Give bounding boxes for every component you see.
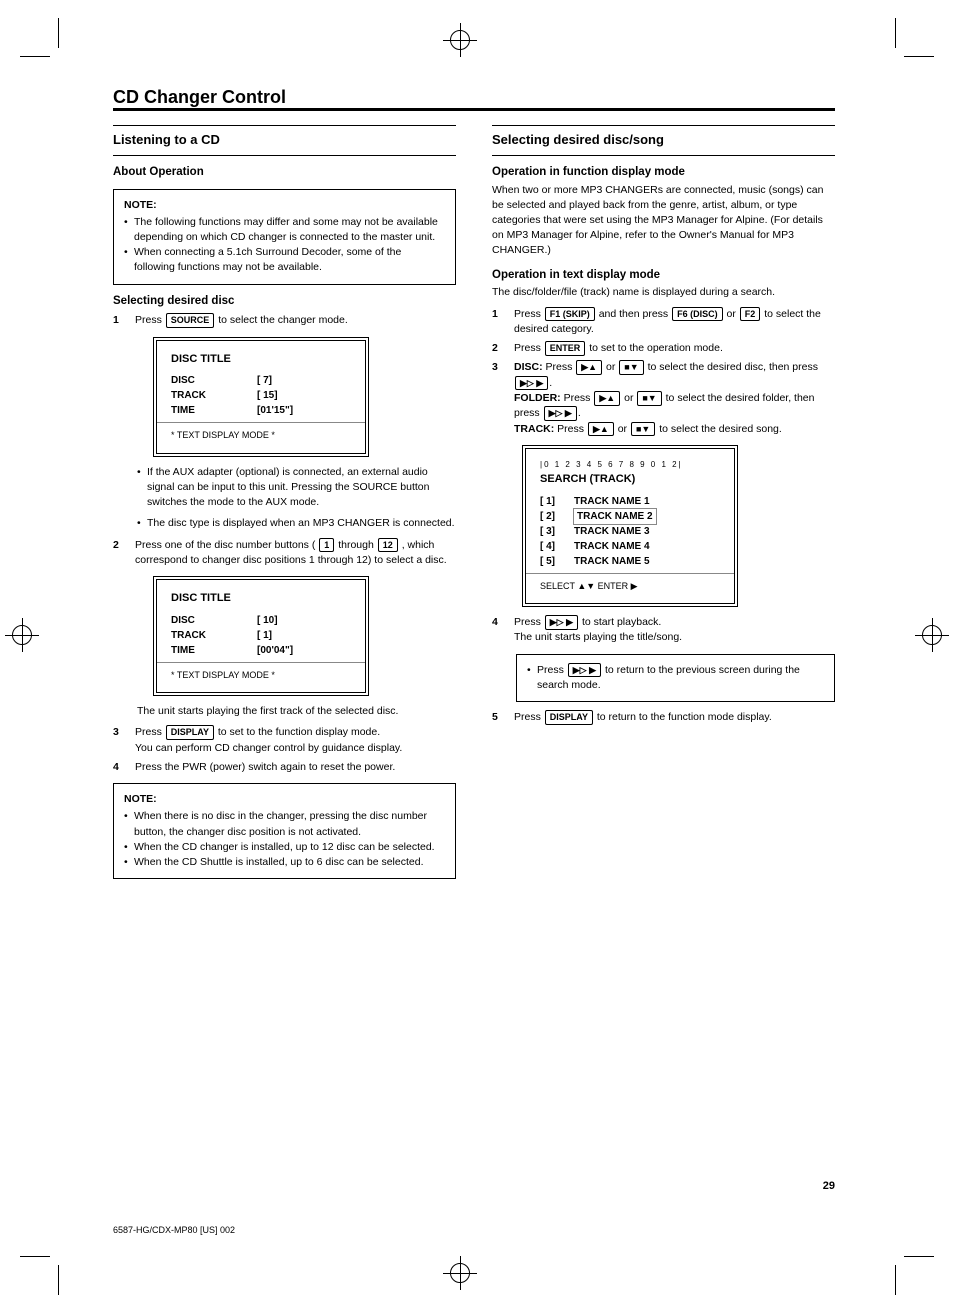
- note-box-3: Press ▶▷ ▶ to return to the previous scr…: [516, 654, 835, 703]
- page-number: 29: [823, 1180, 835, 1192]
- key-f6: F6 (DISC): [672, 307, 723, 322]
- heading-about-operation: About Operation: [113, 164, 456, 181]
- key-play-2: ▶▷ ▶: [544, 406, 577, 421]
- step-l3: 3 Press DISPLAY to set to the function d…: [113, 725, 456, 756]
- key-display-left: DISPLAY: [166, 725, 214, 740]
- aux-note: If the AUX adapter (optional) is connect…: [137, 465, 456, 511]
- intro-text-right: When two or more MP3 CHANGERs are connec…: [492, 183, 835, 259]
- key-down-3: ■▼: [631, 422, 655, 437]
- heading-text-mode: Operation in text display mode: [492, 267, 835, 284]
- key-play-4: ▶▷ ▶: [568, 663, 601, 678]
- key-12: 12: [378, 538, 398, 553]
- key-up-3: ▶▲: [588, 422, 614, 437]
- screen-3: |0 1 2 3 4 5 6 7 8 9 0 1 2| SEARCH (TRAC…: [522, 445, 738, 607]
- step-r5: 5 Press DISPLAY to return to the functio…: [492, 710, 835, 725]
- screen-1: DISC TITLE DISC[ 7] TRACK[ 15] TIME[01'1…: [153, 337, 369, 457]
- note-box-2: NOTE: When there is no disc in the chang…: [113, 783, 456, 879]
- left-section-title: Listening to a CD: [113, 125, 456, 156]
- key-display-right: DISPLAY: [545, 710, 593, 725]
- step-l4: 4 Press the PWR (power) switch again to …: [113, 760, 456, 775]
- key-down-2: ■▼: [637, 391, 661, 406]
- left-column: Listening to a CD About Operation NOTE: …: [113, 125, 456, 887]
- key-1: 1: [319, 538, 334, 553]
- key-source: SOURCE: [166, 313, 215, 328]
- heading-selecting-disc: Selecting desired disc: [113, 293, 456, 310]
- right-section-title: Selecting desired disc/song: [492, 125, 835, 156]
- key-play-3: ▶▷ ▶: [545, 615, 578, 630]
- step-r4: 4 Press ▶▷ ▶ to start playback. The unit…: [492, 615, 835, 646]
- right-column: Selecting desired disc/song Operation in…: [492, 125, 835, 887]
- step-r2: 2 Press ENTER to set to the operation mo…: [492, 341, 835, 356]
- disc-type-note: The disc type is displayed when an MP3 C…: [137, 516, 456, 531]
- key-down-1: ■▼: [619, 360, 643, 375]
- key-enter: ENTER: [545, 341, 586, 356]
- page-title: CD Changer Control: [113, 87, 292, 108]
- heading-func-mode: Operation in function display mode: [492, 164, 835, 181]
- spine-label: 6587-HG/CDX-MP80 [US] 002: [113, 1225, 235, 1235]
- step-l2: 2 Press one of the disc number buttons (…: [113, 538, 456, 569]
- key-f1: F1 (SKIP): [545, 307, 595, 322]
- step-r3: 3 DISC: Press ▶▲ or ■▼ to select the des…: [492, 360, 835, 437]
- title-rule: CD Changer Control: [113, 108, 835, 111]
- step-r1: 1 Press F1 (SKIP) and then press F6 (DIS…: [492, 307, 835, 338]
- key-up-2: ▶▲: [594, 391, 620, 406]
- screen-2: DISC TITLE DISC[ 10] TRACK[ 1] TIME[00'0…: [153, 576, 369, 696]
- page-content: CD Changer Control Listening to a CD Abo…: [113, 108, 835, 887]
- step-l1: 1 Press SOURCE to select the changer mod…: [113, 313, 456, 328]
- note-box-1: NOTE: The following functions may differ…: [113, 189, 456, 285]
- key-up-1: ▶▲: [576, 360, 602, 375]
- key-play-1: ▶▷ ▶: [515, 376, 548, 391]
- key-f2: F2: [740, 307, 761, 322]
